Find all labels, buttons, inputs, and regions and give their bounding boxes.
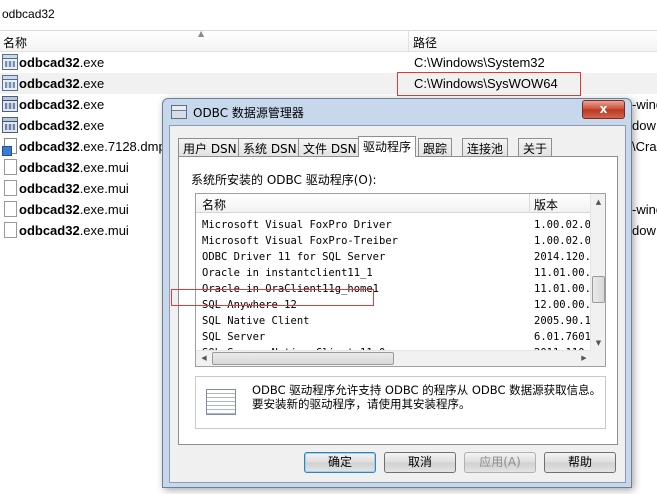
driver-name: Microsoft Visual FoxPro-Treiber: [202, 235, 398, 247]
result-name: odbcad32.exe: [19, 55, 105, 70]
scroll-up-icon[interactable]: ▲: [592, 195, 605, 209]
document-icon: [4, 222, 17, 238]
driver-row[interactable]: SQL Server 6.01.7601: [196, 330, 592, 346]
column-separator[interactable]: [408, 31, 409, 52]
result-path-clipped: dow: [632, 118, 656, 133]
scroll-down-icon[interactable]: ▼: [592, 336, 605, 350]
column-header-path[interactable]: 路径: [413, 34, 437, 51]
column-header-bar: 名称 ▲ 路径: [0, 29, 657, 52]
driver-version: 11.01.00.0: [534, 283, 592, 295]
driver-name: SQL Native Client: [202, 315, 310, 327]
info-line-1: ODBC 驱动程序允许支持 ODBC 的程序从 ODBC 数据源获取信息。: [252, 383, 602, 397]
result-path-clipped: dow: [632, 223, 656, 238]
exe-icon: [2, 54, 18, 70]
column-header-version[interactable]: 版本: [534, 196, 558, 213]
result-name: odbcad32.exe: [19, 76, 105, 91]
dialog-body: 用户 DSN 系统 DSN 文件 DSN 驱动程序 跟踪 连接池 关于 系统所安…: [169, 125, 626, 483]
driver-name: ODBC Driver 11 for SQL Server: [202, 251, 386, 263]
result-row[interactable]: odbcad32.exe C:\Windows\System32: [0, 52, 657, 73]
column-separator[interactable]: [529, 194, 530, 213]
exe-icon: [2, 75, 18, 91]
result-name: odbcad32.exe.mui: [19, 181, 129, 196]
dump-file-icon: [2, 138, 17, 156]
result-name: odbcad32.exe.mui: [19, 223, 129, 238]
driver-list-icon: [206, 389, 236, 415]
result-name: odbcad32.exe.mui: [19, 202, 129, 217]
odbc-app-icon: [171, 105, 187, 119]
driver-row[interactable]: Microsoft Visual FoxPro Driver 1.00.02.0…: [196, 218, 592, 234]
info-line-2: 要安装新的驱动程序，请使用其安装程序。: [252, 397, 471, 411]
horizontal-scrollbar[interactable]: ◀ ▶: [196, 350, 592, 366]
scroll-left-icon[interactable]: ◀: [197, 352, 211, 365]
dialog-title: ODBC 数据源管理器: [193, 106, 304, 120]
document-icon: [4, 180, 17, 196]
vertical-scroll-thumb[interactable]: [592, 276, 605, 303]
highlight-box-syswow64: [397, 72, 581, 96]
document-icon: [4, 201, 17, 217]
column-header-name[interactable]: 名称: [3, 34, 27, 51]
tab-tracing[interactable]: 跟踪: [418, 138, 453, 156]
tab-file-dsn[interactable]: 文件 DSN: [298, 138, 362, 156]
driver-version: 1.00.02.00: [534, 235, 592, 247]
tab-about[interactable]: 关于: [518, 138, 553, 156]
tab-system-dsn[interactable]: 系统 DSN: [238, 138, 302, 156]
column-header-driver-name[interactable]: 名称: [202, 196, 226, 213]
driver-version: 2014.120.2: [534, 251, 592, 263]
tab-drivers[interactable]: 驱动程序: [358, 136, 417, 157]
vertical-scrollbar[interactable]: ▲ ▼: [590, 194, 605, 351]
exe-icon: [2, 117, 18, 133]
document-icon: [4, 159, 17, 175]
apply-button[interactable]: 应用(A): [464, 452, 536, 473]
result-path-clipped: -wind: [632, 97, 657, 112]
driver-row[interactable]: SQL Native Client 2005.90.13: [196, 314, 592, 330]
sort-arrow-icon: ▲: [198, 29, 205, 38]
odbc-admin-dialog: ODBC 数据源管理器 x 用户 DSN 系统 DSN 文件 DSN 驱动程序 …: [162, 98, 632, 488]
close-button[interactable]: x: [582, 100, 625, 119]
scroll-right-icon[interactable]: ▶: [577, 352, 591, 365]
driver-version: 6.01.7601: [534, 331, 591, 343]
driver-version: 1.00.02.00: [534, 219, 592, 231]
result-name: odbcad32.exe: [19, 97, 105, 112]
driver-info-box: ODBC 驱动程序允许支持 ODBC 的程序从 ODBC 数据源获取信息。 要安…: [195, 376, 606, 429]
driver-version: 12.00.00.1: [534, 299, 592, 311]
drivers-list[interactable]: 名称 版本 Microsoft Visual FoxPro Driver 1.0…: [195, 193, 606, 367]
result-name: odbcad32.exe.7128.dmp: [19, 139, 166, 154]
horizontal-scroll-thumb[interactable]: [212, 352, 394, 365]
installed-drivers-label: 系统所安装的 ODBC 驱动程序(O):: [191, 173, 377, 187]
driver-version: 11.01.00.0: [534, 267, 592, 279]
dialog-titlebar[interactable]: ODBC 数据源管理器 x: [163, 99, 631, 125]
result-path-clipped: \Cra: [632, 139, 657, 154]
result-name: odbcad32.exe: [19, 118, 105, 133]
driver-version: 2005.90.13: [534, 315, 592, 327]
help-button[interactable]: 帮助: [544, 452, 616, 473]
driver-name: SQL Server: [202, 331, 266, 343]
driver-row[interactable]: Oracle in instantclient11_1 11.01.00.0: [196, 266, 592, 282]
search-bar[interactable]: odbcad32: [0, 0, 657, 31]
drivers-list-header: 名称 版本: [196, 194, 592, 213]
ok-button[interactable]: 确定: [304, 452, 376, 473]
driver-name: Oracle in instantclient11_1: [202, 267, 373, 279]
result-path: C:\Windows\System32: [414, 55, 545, 70]
scrollbar-corner: [590, 350, 605, 366]
exe-icon: [2, 96, 18, 112]
driver-row[interactable]: ODBC Driver 11 for SQL Server 2014.120.2: [196, 250, 592, 266]
driver-info-text: ODBC 驱动程序允许支持 ODBC 的程序从 ODBC 数据源获取信息。 要安…: [252, 383, 601, 411]
result-path-clipped: -wind: [632, 202, 657, 217]
result-name: odbcad32.exe.mui: [19, 160, 129, 175]
cancel-button[interactable]: 取消: [384, 452, 456, 473]
search-query[interactable]: odbcad32: [2, 7, 55, 21]
tab-user-dsn[interactable]: 用户 DSN: [178, 138, 242, 156]
driver-name: Microsoft Visual FoxPro Driver: [202, 219, 392, 231]
drivers-panel: 系统所安装的 ODBC 驱动程序(O): 名称 版本 Microsoft Vis…: [171, 156, 618, 445]
driver-row[interactable]: Microsoft Visual FoxPro-Treiber 1.00.02.…: [196, 234, 592, 250]
tab-connection-pooling[interactable]: 连接池: [462, 138, 509, 156]
highlight-box-oracle-driver: [171, 289, 374, 306]
